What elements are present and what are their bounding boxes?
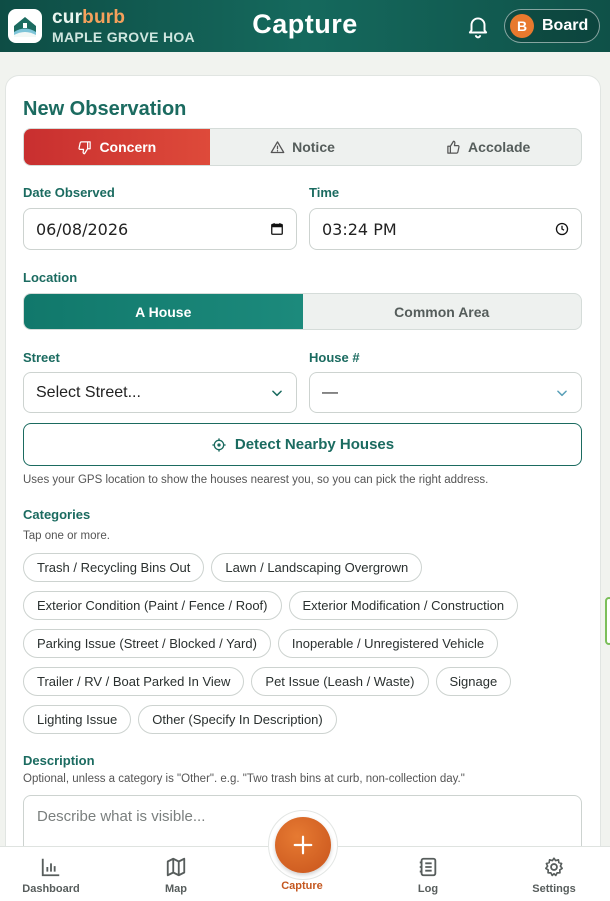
bar-chart-icon [40, 855, 62, 879]
category-chip[interactable]: Exterior Condition (Paint / Fence / Roof… [23, 591, 282, 620]
chip-row: Exterior Condition (Paint / Fence / Roof… [23, 591, 583, 620]
avatar: B [510, 14, 534, 38]
date-label: Date Observed [23, 185, 115, 200]
detect-button-label: Detect Nearby Houses [234, 436, 395, 453]
house-logo-icon [14, 17, 36, 37]
time-field[interactable]: 03:24 PM [309, 208, 582, 250]
type-notice-button[interactable]: Notice [210, 129, 396, 165]
date-value: 06/08/2026 [36, 219, 129, 239]
brand-name-part2: burb [82, 7, 126, 28]
category-chip[interactable]: Lighting Issue [23, 705, 132, 734]
type-notice-label: Notice [292, 139, 335, 155]
map-icon [165, 855, 187, 879]
category-chip[interactable]: Other (Specify In Description) [138, 705, 337, 734]
chevron-down-icon [555, 386, 569, 400]
detect-help-text: Uses your GPS location to show the house… [23, 474, 489, 486]
street-select[interactable]: Select Street... [23, 372, 297, 413]
description-help-text: Optional, unless a category is "Other". … [23, 773, 465, 785]
nav-log-label: Log [417, 883, 439, 895]
chip-row: Trash / Recycling Bins Out Lawn / Landsc… [23, 553, 583, 582]
chip-row: Lighting Issue Other (Specify In Descrip… [23, 705, 583, 734]
location-label: Location [23, 270, 78, 285]
crosshair-icon [211, 437, 227, 453]
gear-icon [543, 855, 565, 879]
category-chip[interactable]: Signage [435, 667, 512, 696]
chip-row: Trailer / RV / Boat Parked In View Pet I… [23, 667, 583, 696]
log-icon [417, 855, 439, 879]
warning-icon [270, 140, 285, 155]
category-chip[interactable]: Pet Issue (Leash / Waste) [251, 667, 429, 696]
category-chip[interactable]: Lawn / Landscaping Overgrown [211, 553, 423, 582]
brand-name-part1: cur [52, 7, 83, 28]
type-accolade-label: Accolade [468, 139, 531, 155]
nav-settings-label: Settings [532, 883, 576, 895]
calendar-icon[interactable] [270, 222, 284, 236]
observation-type-selector: Concern Notice Accolade [23, 128, 582, 166]
location-common-area-button[interactable]: Common Area [303, 294, 582, 329]
type-accolade-button[interactable]: Accolade [395, 129, 581, 165]
categories-help-text: Tap one or more. [23, 530, 110, 542]
house-number-label: House # [309, 350, 360, 365]
time-value: 03:24 PM [322, 219, 397, 239]
location-house-button[interactable]: A House [24, 294, 303, 329]
bell-icon [468, 17, 488, 39]
user-menu-button[interactable]: B Board [504, 9, 600, 43]
description-label: Description [23, 753, 95, 768]
detect-nearby-houses-button[interactable]: Detect Nearby Houses [23, 423, 582, 466]
category-chip[interactable]: Trash / Recycling Bins Out [23, 553, 205, 582]
nav-settings[interactable]: Settings [514, 855, 594, 895]
category-chip[interactable]: Exterior Modification / Construction [288, 591, 519, 620]
street-select-value: Select Street... [36, 383, 141, 401]
thumbs-down-icon [77, 140, 92, 155]
nav-map-label: Map [165, 883, 187, 895]
capture-fab-button[interactable] [275, 817, 331, 873]
house-number-value: — [322, 383, 338, 401]
location-type-selector: A House Common Area [23, 293, 582, 330]
thumbs-up-icon [446, 140, 461, 155]
category-chip[interactable]: Parking Issue (Street / Blocked / Yard) [23, 629, 271, 658]
brand: curburb MAPLE GROVE HOA [52, 8, 195, 44]
capture-fab-ring [268, 810, 338, 880]
plus-icon [293, 835, 313, 855]
category-chip[interactable]: Trailer / RV / Boat Parked In View [23, 667, 245, 696]
street-label: Street [23, 350, 60, 365]
chevron-down-icon [270, 386, 284, 400]
categories-label: Categories [23, 507, 91, 522]
nav-map[interactable]: Map [136, 855, 216, 895]
type-concern-label: Concern [99, 139, 157, 155]
nav-log[interactable]: Log [388, 855, 468, 895]
hoa-name: MAPLE GROVE HOA [52, 29, 195, 45]
type-concern-button[interactable]: Concern [24, 129, 210, 165]
chip-row: Parking Issue (Street / Blocked / Yard) … [23, 629, 583, 658]
nav-capture-label: Capture [281, 880, 323, 892]
house-number-select[interactable]: — [309, 372, 582, 413]
nav-dashboard[interactable]: Dashboard [11, 855, 91, 895]
user-role-label: Board [542, 17, 589, 34]
nav-capture[interactable]: Capture [262, 880, 342, 892]
side-drawer-handle[interactable] [605, 597, 610, 645]
section-title: New Observation [23, 98, 187, 120]
brand-name: curburb [52, 8, 195, 27]
category-chips: Trash / Recycling Bins Out Lawn / Landsc… [23, 553, 583, 743]
date-field[interactable]: 06/08/2026 [23, 208, 297, 250]
app-logo[interactable] [8, 9, 42, 43]
clock-icon[interactable] [555, 222, 569, 236]
notifications-button[interactable] [465, 13, 491, 39]
time-label: Time [309, 185, 340, 200]
category-chip[interactable]: Inoperable / Unregistered Vehicle [277, 629, 499, 658]
nav-dashboard-label: Dashboard [22, 883, 80, 895]
